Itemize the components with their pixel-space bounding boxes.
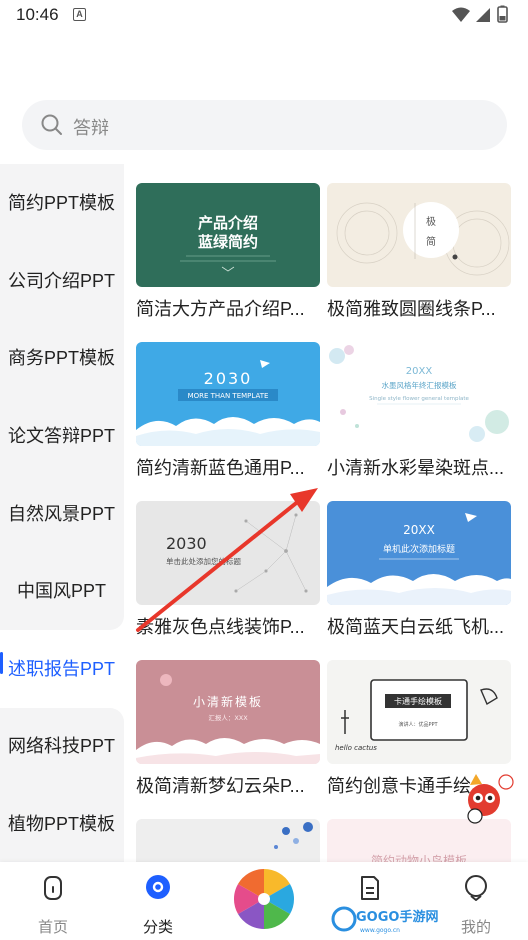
- template-card[interactable]: 20XX 水墨风格年终汇报模板 Single style flower gene…: [327, 342, 511, 492]
- template-card[interactable]: 产品介绍 蓝绿简约 简洁大方产品介绍P...: [136, 183, 320, 333]
- category-item[interactable]: 论文答辩PPT: [0, 416, 124, 456]
- home-icon: [44, 876, 62, 900]
- svg-text:单机此次添加标题: 单机此次添加标题: [383, 543, 455, 555]
- svg-text:极: 极: [426, 215, 436, 228]
- search-icon: [41, 114, 62, 135]
- svg-text:演讲人：优品PPT: 演讲人：优品PPT: [398, 721, 438, 728]
- svg-text:单击此处添加您的标题: 单击此处添加您的标题: [166, 556, 241, 566]
- card-title: 简洁大方产品介绍P...: [136, 299, 305, 319]
- svg-text:20XX: 20XX: [403, 523, 435, 537]
- category-bg-top: [0, 164, 124, 630]
- card-thumbnail: 2030 MORE THAN TEMPLATE: [136, 342, 320, 446]
- svg-text:蓝绿简约: 蓝绿简约: [198, 233, 258, 251]
- card-title: 小清新水彩晕染斑点...: [327, 458, 505, 478]
- card-thumbnail: 产品介绍 蓝绿简约: [136, 183, 320, 287]
- template-card[interactable]: 20XX 单机此次添加标题 极简蓝天白云纸飞机...: [327, 501, 511, 651]
- card-thumbnail: 小清新模板 汇报人：XXX: [136, 660, 320, 764]
- svg-text:hello cactus: hello cactus: [335, 744, 377, 752]
- svg-text:MORE THAN TEMPLATE: MORE THAN TEMPLATE: [188, 392, 269, 400]
- card-title: 极简雅致圆圈线条P...: [327, 299, 496, 319]
- search-placeholder: 答辩: [73, 118, 109, 138]
- card-thumbnail: [136, 819, 320, 863]
- battery-icon: [497, 5, 508, 23]
- wifi-icon: [452, 7, 470, 22]
- card-title: 素雅灰色点线装饰P...: [136, 617, 305, 637]
- svg-text:2030: 2030: [166, 534, 207, 553]
- profile-icon: [465, 875, 487, 901]
- nav-home[interactable]: 首页: [13, 862, 93, 940]
- svg-text:简: 简: [426, 235, 436, 248]
- nav-category-label: 分类: [142, 919, 173, 936]
- svg-text:水墨风格年终汇报模板: 水墨风格年终汇报模板: [382, 380, 457, 390]
- card-thumbnail: 极 简: [327, 183, 511, 287]
- svg-text:GOGO手游网: GOGO手游网: [356, 909, 438, 925]
- template-card[interactable]: [136, 819, 320, 863]
- category-item[interactable]: 商务PPT模板: [0, 338, 124, 378]
- card-title: 简约清新蓝色通用P...: [136, 458, 305, 478]
- status-time: 10:46: [16, 5, 59, 24]
- card-thumbnail: 20XX 水墨风格年终汇报模板 Single style flower gene…: [327, 342, 511, 446]
- card-thumbnail: 2030 单击此处添加您的标题: [136, 501, 320, 605]
- svg-text:2030: 2030: [204, 369, 253, 388]
- category-item[interactable]: 网络科技PPT: [0, 726, 124, 766]
- svg-text:www.gogo.cn: www.gogo.cn: [360, 927, 400, 934]
- category-item[interactable]: 植物PPT模板: [0, 804, 124, 844]
- category-item[interactable]: 中国风PPT: [0, 571, 124, 611]
- nav-home-label: 首页: [37, 919, 68, 936]
- notification-a-icon: A: [73, 8, 86, 21]
- signal-icon: [476, 8, 490, 22]
- svg-text:卡通手绘模板: 卡通手绘模板: [394, 696, 442, 706]
- svg-text:汇报人：XXX: 汇报人：XXX: [208, 713, 248, 722]
- category-item-active[interactable]: 述职报告PPT: [0, 649, 124, 689]
- category-item[interactable]: 公司介绍PPT: [0, 261, 124, 301]
- status-bar: 10:46 A: [0, 0, 528, 30]
- search-input[interactable]: 答辩: [22, 100, 507, 150]
- category-item[interactable]: 简约PPT模板: [0, 183, 124, 223]
- category-icon: [146, 875, 170, 899]
- card-title: 极简蓝天白云纸飞机...: [327, 617, 505, 637]
- template-card[interactable]: 小清新模板 汇报人：XXX 极简清新梦幻云朵P...: [136, 660, 320, 810]
- template-card[interactable]: 2030 单击此处添加您的标题 素雅灰色点线装饰P...: [136, 501, 320, 651]
- svg-text:Single style flower general te: Single style flower general template: [369, 396, 469, 402]
- svg-text:产品介绍: 产品介绍: [198, 214, 258, 232]
- category-item[interactable]: 自然风景PPT: [0, 494, 124, 534]
- template-card[interactable]: 极 简 极简雅致圆圈线条P...: [327, 183, 511, 333]
- svg-text:20XX: 20XX: [406, 366, 433, 377]
- watermark-logo: GOGO手游网 www.gogo.cn: [331, 906, 438, 934]
- template-card[interactable]: 2030 MORE THAN TEMPLATE 简约清新蓝色通用P...: [136, 342, 320, 492]
- mascot-icon: [467, 774, 514, 824]
- card-thumbnail: 20XX 单机此次添加标题: [327, 501, 511, 605]
- card-thumbnail: 卡通手绘模板 演讲人：优品PPT hello cactus: [327, 660, 511, 764]
- card-title: 极简清新梦幻云朵P...: [136, 776, 305, 796]
- pinwheel-center-icon[interactable]: [231, 866, 297, 932]
- nav-category[interactable]: 分类: [118, 862, 198, 940]
- status-icons: [452, 5, 508, 23]
- category-sidebar: 简约PPT模板 公司介绍PPT 商务PPT模板 论文答辩PPT 自然风景PPT …: [0, 164, 124, 868]
- svg-text:小清新模板: 小清新模板: [193, 694, 263, 709]
- document-icon: [361, 876, 379, 900]
